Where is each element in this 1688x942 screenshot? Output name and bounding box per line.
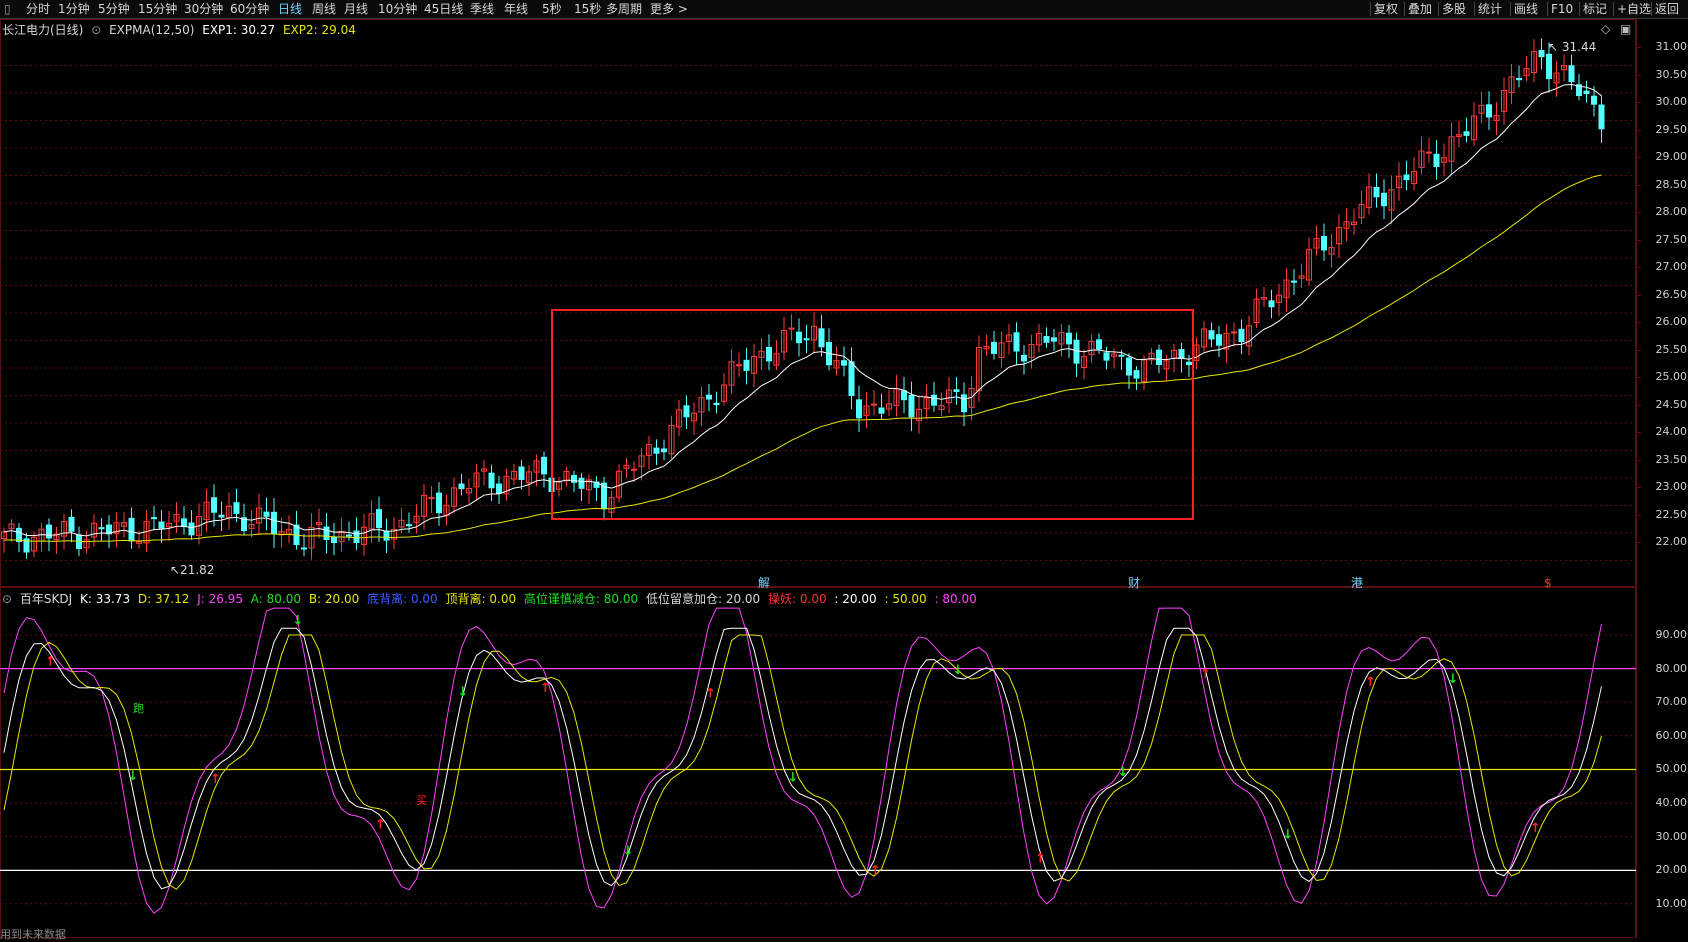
price-tick-label: 31.00 <box>1655 40 1688 53</box>
toolbar-button-1[interactable]: 叠加 <box>1408 1 1432 17</box>
main-legend: 长江电力(日线) ⊙ EXPMA(12,50) EXP1: 30.27 EXP2… <box>2 21 360 38</box>
period-tab-15[interactable]: 多周期 <box>606 1 642 17</box>
j-value: J: 26.95 <box>197 592 243 606</box>
toolbar-button-7[interactable]: +自选 <box>1617 1 1651 17</box>
indicator-tick-label: 40.00 <box>1655 796 1688 809</box>
indicator-name: EXPMA(12,50) <box>109 23 195 37</box>
warn-value: 操妖: 0.00 <box>768 592 827 606</box>
line-80-value: : 80.00 <box>934 592 977 606</box>
toolbar-button-3[interactable]: 统计 <box>1478 1 1502 17</box>
period-tab-16[interactable]: 更多 > <box>650 1 688 17</box>
price-tick-label: 23.50 <box>1655 452 1688 466</box>
price-tick-label: 29.50 <box>1655 122 1688 136</box>
top-divergence: 顶背离: 0.00 <box>445 592 517 606</box>
indicator-tick-label: 30.00 <box>1655 829 1688 843</box>
indicator-tick-label: 90.00 <box>1655 628 1688 641</box>
period-tab-10[interactable]: 45日线 <box>424 1 463 17</box>
toolbar-button-5[interactable]: F10 <box>1551 1 1573 17</box>
price-tick-label: 29.00 <box>1655 150 1688 163</box>
price-tick-label: 22.50 <box>1655 507 1688 521</box>
period-tab-4[interactable]: 30分钟 <box>184 1 223 17</box>
b-value: B: 20.00 <box>308 592 360 606</box>
period-tab-6[interactable]: 日线 <box>278 1 302 17</box>
exp2-value: EXP2: 29.04 <box>282 23 356 37</box>
maximize-icon[interactable]: ▣ <box>1620 22 1631 36</box>
toolbar-button-4[interactable]: 画线 <box>1514 1 1538 17</box>
indicator-axis: 90.00 80.00 70.00 60.00 50.00 40.00 30.00 20.00… <box>1636 587 1688 938</box>
indicator-tick-label: 60.00 <box>1655 728 1688 742</box>
indicator-panel[interactable] <box>0 587 1636 938</box>
a-value: A: 80.00 <box>250 592 301 606</box>
period-tab-8[interactable]: 月线 <box>344 1 368 17</box>
indicator-legend: ⊙ 百年SKDJ K: 33.73 D: 37.12 J: 26.95 A: 8… <box>2 590 981 607</box>
price-tick-label: 26.50 <box>1655 287 1688 301</box>
period-tab-12[interactable]: 年线 <box>504 1 528 17</box>
indicator-tick-label: 20.00 <box>1655 863 1688 877</box>
period-tab-11[interactable]: 季线 <box>470 1 494 17</box>
price-tick-label: 24.50 <box>1655 397 1688 411</box>
period-tab-2[interactable]: 5分钟 <box>98 1 130 17</box>
price-tick-label: 27.50 <box>1655 232 1688 246</box>
period-tab-0[interactable]: 分时 <box>26 1 50 17</box>
period-tab-14[interactable]: 15秒 <box>574 1 601 17</box>
price-tick-label: 27.00 <box>1655 260 1688 273</box>
indicator-tick-label: 80.00 <box>1655 661 1688 675</box>
exp1-value: EXP1: 30.27 <box>202 23 276 37</box>
toolbar-button-6[interactable]: 标记 <box>1583 1 1607 17</box>
line-20-value: : 20.00 <box>834 592 877 606</box>
price-tick-label: 22.00 <box>1655 535 1688 548</box>
price-tick-label: 23.00 <box>1655 480 1688 493</box>
high-reduce: 高位谨慎减仓: 80.00 <box>523 592 639 606</box>
period-tab-13[interactable]: 5秒 <box>542 1 562 17</box>
price-tick-label: 28.50 <box>1655 177 1688 191</box>
settings-icon[interactable]: ⊙ <box>2 592 12 606</box>
toolbar-button-0[interactable]: 复权 <box>1374 1 1398 17</box>
price-tick-label: 30.50 <box>1655 67 1688 81</box>
main-chart-panel[interactable] <box>0 19 1636 587</box>
period-toolbar: ▯ 分时 1分钟 5分钟 15分钟 30分钟 60分钟 日线 周线 月线 10分钟 45日线 季线 年线 5… <box>0 0 1688 19</box>
k-value: K: 33.73 <box>80 592 131 606</box>
price-tick-label: 30.00 <box>1655 95 1688 108</box>
indicator-tick-label: 70.00 <box>1655 695 1688 709</box>
indicator-tick-label: 50.00 <box>1655 762 1688 776</box>
toolbar-button-8[interactable]: 返回 <box>1655 1 1679 17</box>
bottom-divergence: 底背离: 0.00 <box>367 592 438 606</box>
indicator-tick-label: 10.00 <box>1655 896 1688 910</box>
price-axis: 31.00 30.50 30.00 29.50 29.00 28.50 28.00 27.50… <box>1636 19 1688 587</box>
toolbar-button-2[interactable]: 多股 <box>1442 1 1466 17</box>
price-tick-label: 24.00 <box>1655 425 1688 438</box>
settings-icon[interactable]: ⊙ <box>91 23 101 37</box>
period-tab-5[interactable]: 60分钟 <box>230 1 269 17</box>
line-50-value: : 50.00 <box>884 592 927 606</box>
indicator-title: 百年SKDJ <box>19 592 73 606</box>
price-tick-label: 25.00 <box>1655 370 1688 383</box>
diamond-icon[interactable]: ◇ <box>1601 22 1610 36</box>
panel-toggle-icon[interactable]: ▯ <box>4 1 11 17</box>
price-tick-label: 28.00 <box>1655 205 1688 218</box>
period-tab-3[interactable]: 15分钟 <box>138 1 177 17</box>
stock-title: 长江电力(日线) <box>2 23 84 37</box>
d-value: D: 37.12 <box>137 592 190 606</box>
period-tab-7[interactable]: 周线 <box>312 1 336 17</box>
period-tab-1[interactable]: 1分钟 <box>58 1 90 17</box>
price-tick-label: 25.50 <box>1655 342 1688 356</box>
period-tab-9[interactable]: 10分钟 <box>378 1 417 17</box>
low-add: 低位留意加仓: 20.00 <box>645 592 761 606</box>
price-tick-label: 26.00 <box>1655 315 1688 328</box>
future-data-note: 用到未来数据 <box>0 928 66 941</box>
